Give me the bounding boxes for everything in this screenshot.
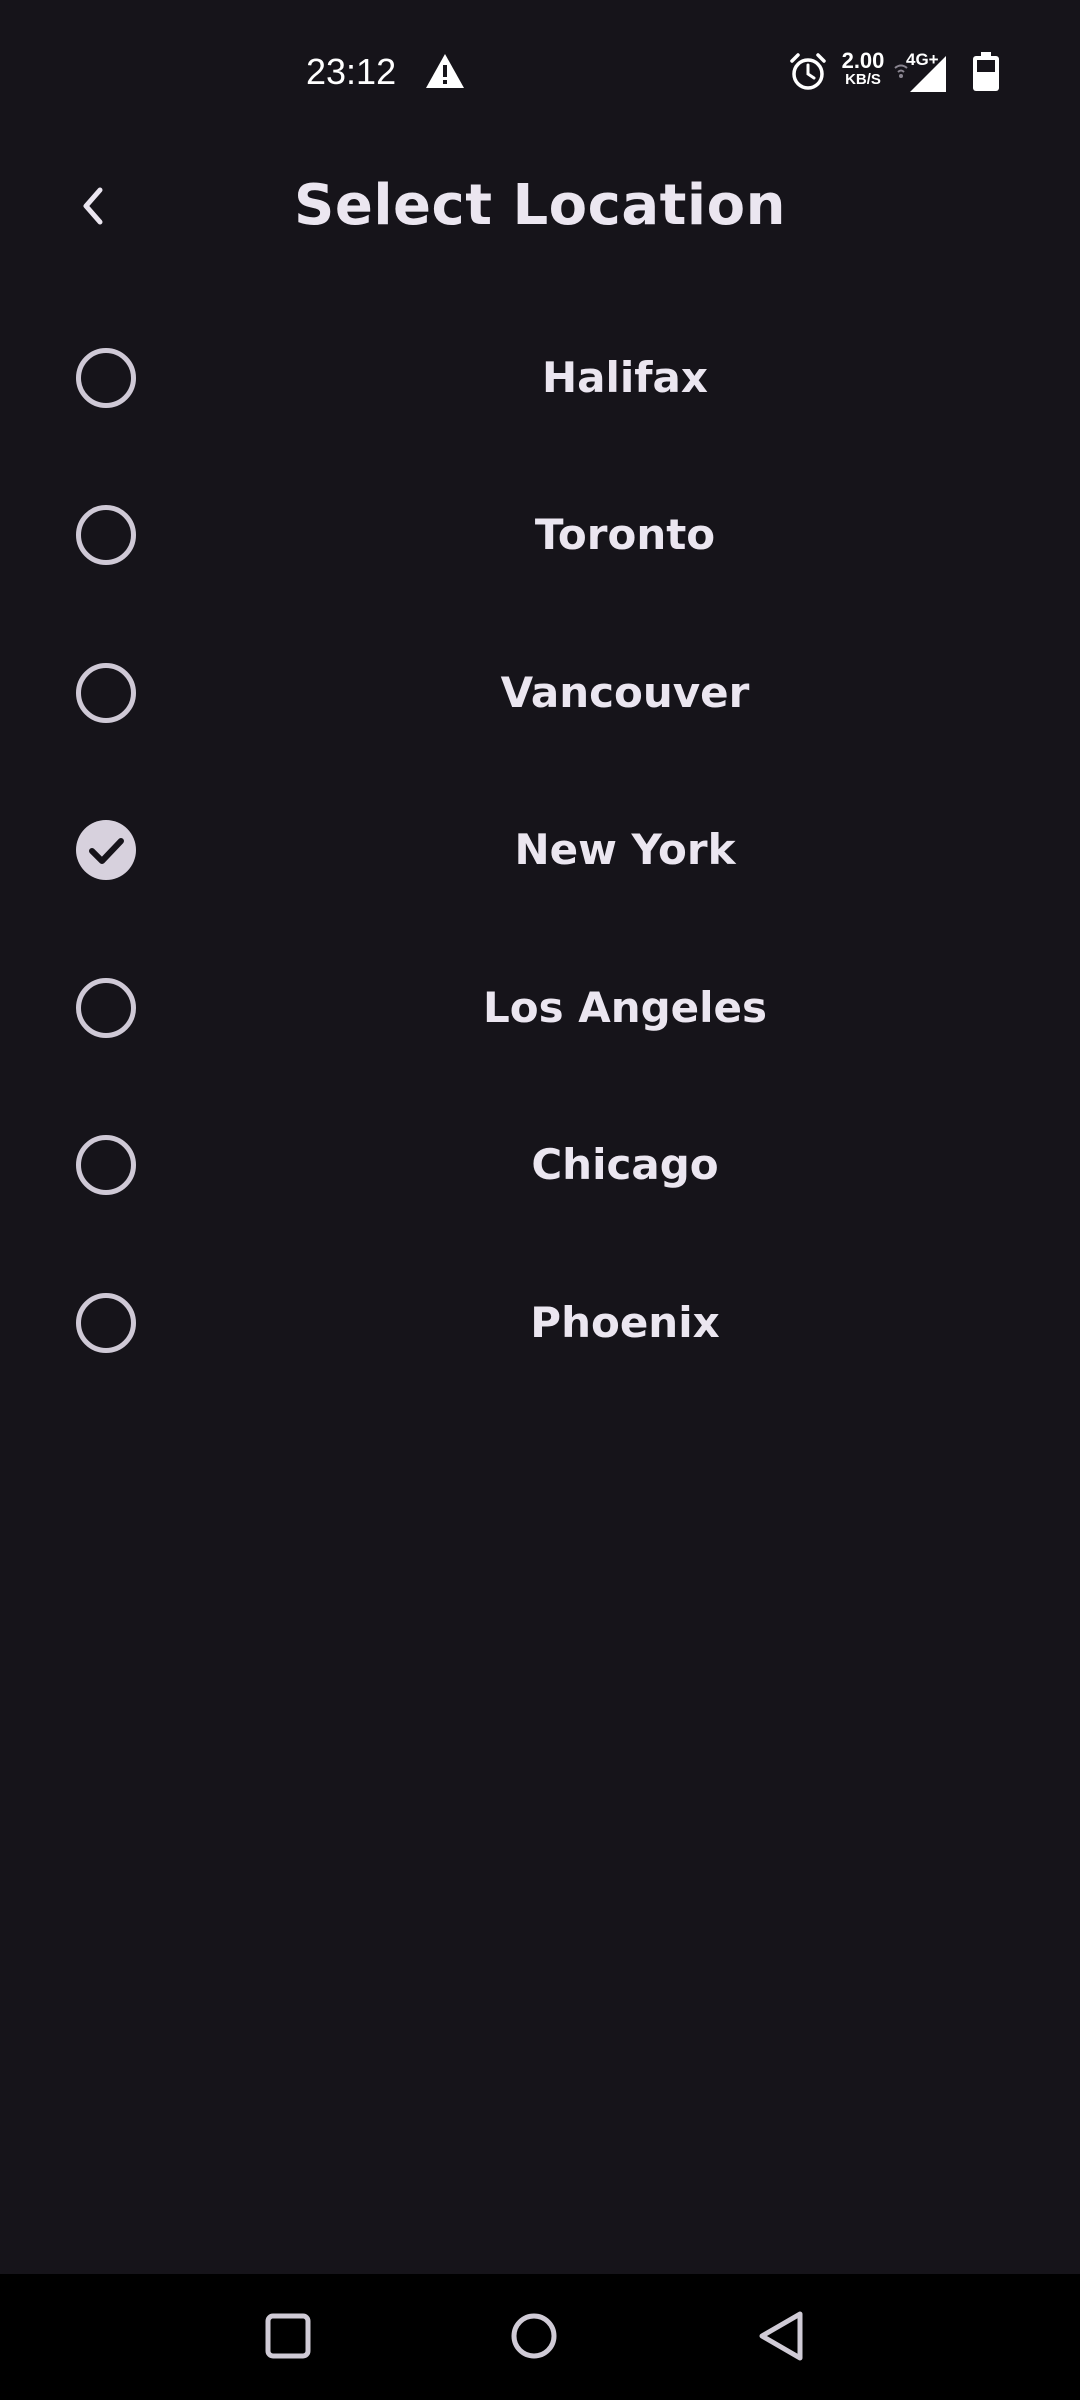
alarm-icon	[790, 53, 826, 90]
location-item-toronto[interactable]: Toronto	[0, 457, 1080, 614]
radio-unchecked-icon[interactable]	[76, 663, 136, 723]
speed-unit: KB/S	[845, 71, 881, 88]
status-time: 23:12	[306, 51, 397, 92]
location-label: Phoenix	[530, 1298, 720, 1347]
radio-checked-icon[interactable]	[76, 820, 136, 880]
speed-value: 2.00	[841, 48, 885, 73]
radio-unchecked-icon[interactable]	[76, 1293, 136, 1353]
location-item-vancouver[interactable]: Vancouver	[0, 615, 1080, 772]
location-label: Toronto	[534, 510, 716, 559]
location-item-halifax[interactable]: Halifax	[0, 300, 1080, 457]
location-item-new-york[interactable]: New York	[0, 772, 1080, 929]
radio-unchecked-icon[interactable]	[76, 348, 136, 408]
status-bar: 23:12 2.00 KB/S 4G+	[0, 0, 1080, 120]
back-icon[interactable]	[750, 2304, 814, 2368]
battery-icon	[973, 52, 999, 91]
radio-unchecked-icon[interactable]	[76, 1135, 136, 1195]
location-label: New York	[514, 825, 736, 874]
warning-icon	[426, 54, 464, 88]
location-item-los-angeles[interactable]: Los Angeles	[0, 930, 1080, 1087]
location-label: Vancouver	[500, 668, 750, 717]
checkmark-icon	[89, 838, 124, 864]
location-item-chicago[interactable]: Chicago	[0, 1087, 1080, 1244]
location-label: Halifax	[542, 353, 708, 402]
recent-apps-icon[interactable]	[256, 2304, 320, 2368]
radio-unchecked-icon[interactable]	[76, 978, 136, 1038]
location-item-phoenix[interactable]: Phoenix	[0, 1245, 1080, 1402]
home-icon[interactable]	[502, 2304, 566, 2368]
network-type: 4G+	[906, 50, 939, 69]
radio-unchecked-icon[interactable]	[76, 505, 136, 565]
screen: 23:12 2.00 KB/S 4G+ Select Location Hali…	[0, 0, 1080, 2400]
location-label: Chicago	[531, 1140, 719, 1189]
chevron-left-icon	[83, 187, 103, 225]
back-button[interactable]	[60, 170, 124, 242]
page-title: Select Location	[294, 173, 786, 238]
network-speed: 2.00 KB/S	[836, 50, 890, 88]
navigation-bar	[0, 2274, 1080, 2400]
location-label: Los Angeles	[482, 983, 768, 1032]
